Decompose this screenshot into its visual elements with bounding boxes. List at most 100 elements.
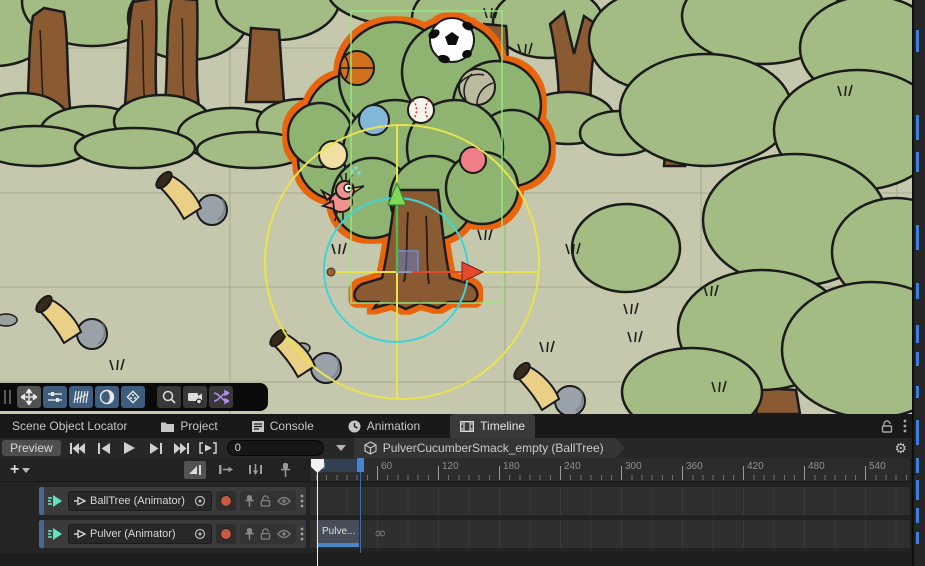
- track-object-field[interactable]: BallTree (Animator): [68, 491, 212, 511]
- scene-view[interactable]: [0, 0, 925, 414]
- toolbar-drag-handle[interactable]: [4, 390, 11, 404]
- cube-icon: [364, 441, 377, 455]
- plus-icon: +: [10, 461, 19, 479]
- track-header-balltree[interactable]: BallTree (Animator): [39, 487, 306, 515]
- timeline-end-marker[interactable]: [357, 458, 364, 472]
- volleyball: [459, 69, 495, 105]
- mute-eye-icon[interactable]: [277, 529, 291, 539]
- tree-trunk: [246, 28, 284, 102]
- shuffle-icon: [213, 389, 229, 405]
- sphere-moon-tool-button[interactable]: [95, 386, 119, 408]
- sliders-icon: [47, 389, 63, 405]
- kebab-menu-icon[interactable]: [903, 419, 907, 433]
- mix-mode-button[interactable]: [184, 461, 206, 479]
- ruler-tick-label: 360: [686, 461, 703, 472]
- record-toggle-button[interactable]: [216, 491, 236, 511]
- unity-editor-window: Scene Object Locator Project Console Ani…: [0, 0, 925, 566]
- timeline-ruler[interactable]: 60 120 180 240 300 360 420 480 540 0: [310, 458, 910, 482]
- hatch-icon: [73, 389, 89, 405]
- current-frame-input[interactable]: 0: [227, 440, 324, 456]
- replace-mode-icon: [248, 463, 263, 476]
- pin-icon[interactable]: [245, 528, 254, 540]
- lock-open-icon[interactable]: [260, 495, 271, 507]
- tab-timeline[interactable]: Timeline: [450, 414, 535, 438]
- pin-icon[interactable]: [245, 495, 254, 507]
- kebab-menu-icon[interactable]: [300, 527, 304, 541]
- ripple-mode-button[interactable]: [214, 461, 236, 479]
- search-tool-button[interactable]: [157, 386, 181, 408]
- hatch-lines-tool-button[interactable]: [69, 386, 93, 408]
- tab-console[interactable]: Console: [248, 414, 318, 438]
- lock-open-icon[interactable]: [260, 528, 271, 540]
- tab-scene-object-locator[interactable]: Scene Object Locator: [8, 414, 131, 438]
- ruler-tick-label: 420: [747, 461, 764, 472]
- play-icon: [124, 442, 135, 454]
- ruler-tick-label: 180: [503, 461, 520, 472]
- gizmo-diamond-tool-button[interactable]: [121, 386, 145, 408]
- console-icon: [252, 421, 264, 432]
- basketball: [340, 51, 374, 85]
- track-label: BallTree (Animator): [90, 495, 190, 507]
- playhead-line: [317, 460, 318, 566]
- track-object-field[interactable]: Pulver (Animator): [68, 524, 212, 544]
- right-dock-strip[interactable]: [912, 0, 925, 566]
- panel-tab-bar: Scene Object Locator Project Console Ani…: [0, 414, 925, 438]
- mute-eye-icon[interactable]: [277, 496, 291, 506]
- track-header-pulver[interactable]: Pulver (Animator): [39, 520, 306, 548]
- gizmo-anchor-dot: [327, 268, 335, 276]
- animation-track-icon: [48, 527, 64, 541]
- breadcrumb-timeline-asset[interactable]: PulverCucumberSmack_empty (BallTree): [354, 438, 626, 458]
- record-toggle-button[interactable]: [216, 524, 236, 544]
- clock-icon: [348, 420, 361, 433]
- prev-frame-icon: [98, 443, 110, 454]
- move-icon: [21, 389, 37, 405]
- frame-options-caret[interactable]: [336, 445, 346, 451]
- replace-mode-button[interactable]: [244, 461, 266, 479]
- add-track-button[interactable]: +: [10, 461, 30, 479]
- kebab-menu-icon[interactable]: [300, 494, 304, 508]
- gear-settings-icon[interactable]: ⚙: [894, 439, 907, 457]
- tab-label: Project: [180, 419, 217, 433]
- add-track-caret-icon: [22, 468, 30, 473]
- skip-end-icon: [174, 443, 189, 454]
- track-lane-balltree[interactable]: [310, 487, 910, 515]
- record-dot-icon: [220, 495, 232, 507]
- shuffle-tool-button[interactable]: [209, 386, 233, 408]
- previous-frame-button[interactable]: [91, 439, 117, 457]
- ruler-tick-label: 540: [869, 461, 886, 472]
- tab-label: Animation: [367, 419, 420, 433]
- go-to-end-button[interactable]: [169, 439, 195, 457]
- camera-record-tool-button[interactable]: [183, 386, 207, 408]
- tab-project[interactable]: Project: [157, 414, 221, 438]
- next-frame-button[interactable]: [143, 439, 169, 457]
- animator-icon: [74, 496, 86, 506]
- ruler-tick-label: 300: [625, 461, 642, 472]
- play-range-icon: [199, 442, 217, 454]
- folder-icon: [161, 421, 174, 432]
- timeline-empty-area: [0, 553, 910, 566]
- marker-toggle-button[interactable]: [274, 461, 296, 479]
- mixer-sliders-tool-button[interactable]: [43, 386, 67, 408]
- go-to-start-button[interactable]: [65, 439, 91, 457]
- ruler-tick-label: 120: [442, 461, 459, 472]
- move-gizmo-plane-handle: [397, 251, 418, 272]
- track-toolbar: +: [0, 458, 310, 482]
- cream-ball: [319, 141, 347, 169]
- clip-label: Pulve...: [322, 526, 355, 537]
- pin-icon: [280, 463, 291, 477]
- moon-icon: [99, 389, 115, 405]
- timeline-duration-tint: [318, 459, 358, 472]
- object-picker-icon[interactable]: [194, 528, 206, 540]
- object-picker-icon[interactable]: [194, 495, 206, 507]
- lock-open-icon[interactable]: [881, 420, 893, 433]
- play-range-button[interactable]: [195, 439, 221, 457]
- baseball: [408, 97, 434, 123]
- play-button[interactable]: [117, 439, 143, 457]
- mix-mode-icon: [188, 463, 203, 476]
- track-lane-pulver[interactable]: Pulve... ∞: [310, 520, 910, 548]
- animation-clip[interactable]: Pulve...: [318, 520, 359, 547]
- preview-toggle-button[interactable]: Preview: [2, 440, 61, 456]
- skip-start-icon: [70, 443, 85, 454]
- tab-animation[interactable]: Animation: [344, 414, 424, 438]
- move-tool-button[interactable]: [17, 386, 41, 408]
